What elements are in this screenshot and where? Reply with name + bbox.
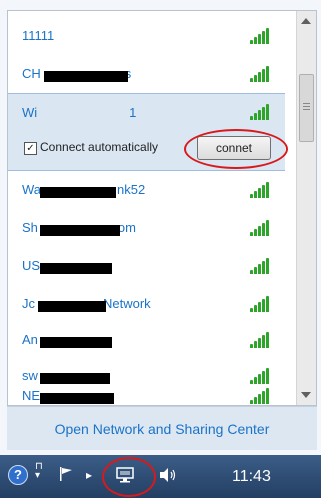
action-center-flag-icon[interactable] (58, 466, 74, 485)
separator-icon: ▸ (86, 468, 93, 482)
redaction-bar (40, 263, 112, 274)
network-name: US (22, 258, 41, 273)
network-item[interactable]: NE (8, 377, 285, 405)
scroll-down-icon[interactable] (301, 392, 311, 398)
network-item[interactable]: CH s (8, 55, 285, 93)
taskbar: ? ⊓ ▾ ▸ 11:43 (0, 455, 321, 498)
network-item[interactable]: 11111 (8, 17, 285, 55)
signal-strength-icon (250, 332, 274, 348)
network-item[interactable]: Jc Network (8, 285, 285, 323)
highlight-ring-connect (184, 129, 288, 169)
signal-strength-icon (250, 220, 274, 236)
volume-icon[interactable] (158, 467, 178, 486)
open-network-sharing-center-link[interactable]: Open Network and Sharing Center (7, 421, 317, 437)
redaction-bar (40, 187, 116, 198)
wireless-network-flyout: 11111 CH s Wi 1 ✓ Connect automatically co… (0, 0, 321, 455)
network-item[interactable]: Wa nk52 (8, 171, 285, 209)
redaction-bar (40, 393, 114, 404)
signal-strength-icon (250, 66, 274, 82)
network-item[interactable]: US (8, 247, 285, 285)
network-name: 11111 (22, 28, 55, 43)
signal-strength-icon (250, 296, 274, 312)
redaction-bar (44, 71, 128, 82)
signal-strength-icon (250, 258, 274, 274)
signal-strength-icon (250, 104, 274, 120)
signal-strength-icon (250, 28, 274, 44)
network-name: An (22, 332, 38, 347)
grip-line (303, 106, 310, 107)
scroll-up-icon[interactable] (301, 18, 311, 24)
selected-network-item[interactable]: Wi 1 ✓ Connect automatically connet (8, 93, 288, 171)
signal-strength-icon (250, 388, 274, 404)
network-item[interactable]: An (8, 321, 285, 359)
redaction-bar (38, 301, 106, 312)
help-icon[interactable]: ? (8, 465, 28, 485)
scrollbar-thumb[interactable] (299, 74, 314, 142)
network-name: NE (22, 388, 41, 403)
connect-automatically-checkbox[interactable]: ✓ (24, 142, 37, 155)
network-item[interactable]: Sh om (8, 209, 285, 247)
connect-automatically-label: Connect automatically (40, 140, 159, 154)
grip-line (303, 103, 310, 104)
signal-strength-icon (250, 182, 274, 198)
flyout-footer: Open Network and Sharing Center (7, 406, 317, 450)
network-name: Wi 1 (22, 105, 137, 120)
grip-line (303, 109, 310, 110)
network-list-frame: 11111 CH s Wi 1 ✓ Connect automatically co… (7, 10, 317, 406)
redaction-bar (40, 337, 112, 348)
show-hidden-icons-icon[interactable]: ⊓ ▾ (35, 462, 43, 481)
taskbar-clock[interactable]: 11:43 (232, 468, 271, 486)
network-list: 11111 CH s Wi 1 ✓ Connect automatically co… (8, 11, 288, 405)
highlight-ring-network-tray (102, 457, 156, 497)
redaction-bar (40, 225, 120, 236)
vertical-scrollbar[interactable] (296, 11, 316, 405)
